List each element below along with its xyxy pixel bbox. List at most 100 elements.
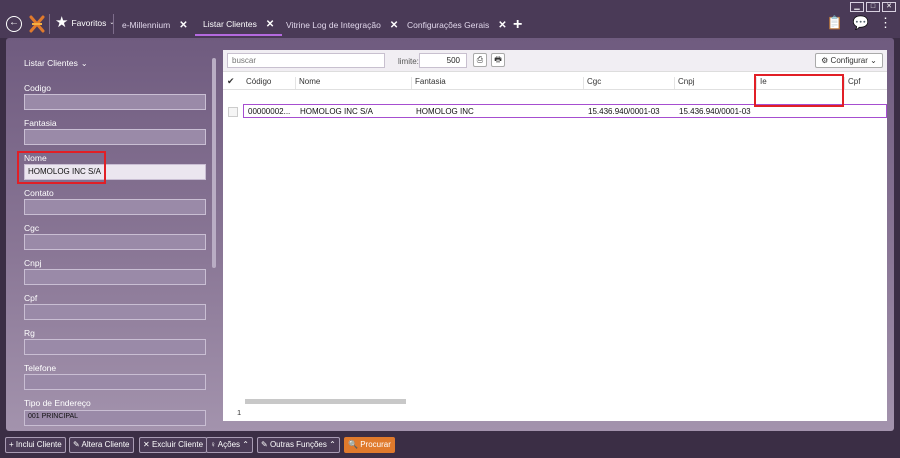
acoes-label: Ações	[217, 440, 241, 449]
chevron-up-icon: ⌃	[329, 440, 336, 449]
procurar-label: Procurar	[360, 440, 391, 449]
tipo-endereco-label: Tipo de Endereço	[24, 398, 91, 408]
edit-icon: ✎	[73, 440, 80, 449]
altera-cliente-label: Altera Cliente	[81, 440, 130, 449]
limite-label: limite:	[398, 57, 419, 66]
nome-highlight-box	[17, 151, 106, 184]
chevron-up-icon: ⌃	[242, 440, 249, 449]
cell-cgc: 15.436.940/0001-03	[588, 107, 660, 116]
close-tab-icon[interactable]: ✕	[266, 19, 274, 30]
edit-icon: ✎	[261, 440, 268, 449]
select-all-check-icon[interactable]: ✔	[227, 76, 235, 87]
column-cgc[interactable]: Cgc	[583, 77, 674, 89]
filter-panel-title-text: Listar Clientes	[24, 58, 78, 68]
filter-panel-scrollbar[interactable]	[212, 58, 216, 268]
main-area: Listar Clientes ⌄ Codigo Fantasia Nome HO…	[6, 38, 894, 431]
excluir-cliente-label: Excluir Cliente	[151, 440, 204, 449]
inclui-cliente-button[interactable]: + Inclui Cliente	[5, 437, 66, 453]
excluir-cliente-button[interactable]: ✕ Excluir Cliente	[139, 437, 208, 453]
cnpj-input[interactable]	[24, 269, 206, 285]
favoritos-menu[interactable]: ★ Favoritos ⌄	[55, 15, 114, 30]
horizontal-scrollbar[interactable]	[245, 399, 406, 404]
contato-input[interactable]	[24, 199, 206, 215]
gear-icon: ⚙	[821, 56, 829, 65]
close-icon: ✕	[143, 440, 150, 449]
close-tab-icon[interactable]: ✕	[390, 20, 398, 31]
favoritos-label: Favoritos	[71, 17, 107, 28]
results-toolbar: limite: 500 ⎙ 🖶 ⚙ Configurar ⌄	[223, 50, 887, 72]
separator	[49, 14, 50, 34]
tipo-endereco-select[interactable]: 001 PRINCIPAL	[24, 410, 206, 426]
filter-panel-title[interactable]: Listar Clientes ⌄	[24, 58, 88, 68]
inclui-cliente-label: Inclui Cliente	[15, 440, 62, 449]
plus-icon: +	[9, 440, 14, 449]
filter-panel: Listar Clientes ⌄ Codigo Fantasia Nome HO…	[6, 38, 216, 431]
top-bar: ▁ □ ✕ ← ★ Favoritos ⌄ e-Millennium ✕ Lis…	[0, 0, 900, 38]
cell-codigo: 00000002...	[248, 107, 291, 116]
cgc-label: Cgc	[24, 223, 40, 233]
column-cpf[interactable]: Cpf	[844, 77, 887, 89]
tab-listar-clientes[interactable]: Listar Clientes ✕	[195, 14, 283, 36]
cell-fantasia: HOMOLOG INC	[416, 107, 474, 116]
rg-label: Rg	[24, 328, 35, 338]
print-icon[interactable]: 🖶	[491, 53, 505, 67]
cgc-input[interactable]	[24, 234, 206, 250]
outras-funcoes-button[interactable]: ✎ Outras Funções ⌃	[257, 437, 340, 453]
chevron-down-icon: ⌄	[870, 56, 877, 65]
bulb-icon: ♀	[210, 440, 216, 449]
fantasia-label: Fantasia	[24, 118, 57, 128]
separator	[113, 14, 114, 34]
tab-vitrine-log[interactable]: Vitrine Log de Integração ✕	[284, 14, 400, 36]
more-vertical-icon[interactable]: ⋮	[879, 15, 892, 31]
tab-configuracoes-gerais[interactable]: Configurações Gerais ✕	[405, 14, 509, 36]
cpf-input[interactable]	[24, 304, 206, 320]
procurar-button[interactable]: 🔍 Procurar	[344, 437, 395, 453]
record-count: 1	[237, 408, 242, 417]
search-input[interactable]	[227, 53, 385, 68]
new-tab-plus-icon[interactable]: +	[513, 16, 522, 34]
acoes-button[interactable]: ♀ Ações ⌃	[206, 437, 253, 453]
cpf-label: Cpf	[24, 293, 38, 303]
chat-icon[interactable]: 💬	[853, 15, 869, 31]
column-fantasia[interactable]: Fantasia	[411, 77, 583, 89]
app-logo-icon	[29, 15, 45, 33]
configurar-button[interactable]: ⚙ Configurar ⌄	[815, 53, 883, 68]
minimize-button[interactable]: ▁	[850, 2, 864, 12]
telefone-label: Telefone	[24, 363, 57, 373]
cell-cnpj: 15.436.940/0001-03	[679, 107, 751, 116]
close-tab-icon[interactable]: ✕	[179, 20, 187, 31]
column-codigo[interactable]: Código	[243, 77, 295, 89]
ie-highlight-box	[754, 74, 844, 107]
back-arrow-icon[interactable]: ←	[6, 16, 22, 32]
clipboard-icon[interactable]: 📋	[827, 15, 843, 31]
top-right-icons: 📋 💬 ⋮	[827, 15, 892, 31]
search-icon: 🔍	[348, 440, 358, 449]
chevron-down-icon: ⌄	[80, 59, 88, 68]
window-controls: ▁ □ ✕	[850, 2, 896, 12]
configurar-label: Configurar	[830, 56, 868, 65]
limite-input[interactable]: 500	[419, 53, 467, 68]
outras-funcoes-label: Outras Funções	[269, 440, 327, 449]
column-nome[interactable]: Nome	[295, 77, 411, 89]
cnpj-label: Cnpj	[24, 258, 42, 268]
tab-label: Vitrine Log de Integração	[286, 20, 381, 30]
contato-label: Contato	[24, 188, 54, 198]
close-tab-icon[interactable]: ✕	[498, 20, 506, 31]
row-checkbox[interactable]	[228, 107, 238, 117]
codigo-input[interactable]	[24, 94, 206, 110]
export-file-icon[interactable]: ⎙	[473, 53, 487, 67]
fantasia-input[interactable]	[24, 129, 206, 145]
cell-nome: HOMOLOG INC S/A	[300, 107, 373, 116]
codigo-label: Codigo	[24, 83, 51, 93]
tab-label: Listar Clientes	[203, 19, 257, 29]
telefone-input[interactable]	[24, 374, 206, 390]
column-cnpj[interactable]: Cnpj	[674, 77, 756, 89]
close-button[interactable]: ✕	[882, 2, 896, 12]
action-bar: + Inclui Cliente ✎ Altera Cliente ✕ Excl…	[0, 431, 900, 458]
maximize-button[interactable]: □	[866, 2, 880, 12]
tab-label: e-Millennium	[122, 20, 171, 30]
altera-cliente-button[interactable]: ✎ Altera Cliente	[69, 437, 134, 453]
rg-input[interactable]	[24, 339, 206, 355]
tab-e-millennium[interactable]: e-Millennium ✕	[120, 14, 190, 36]
star-icon: ★	[55, 14, 69, 31]
